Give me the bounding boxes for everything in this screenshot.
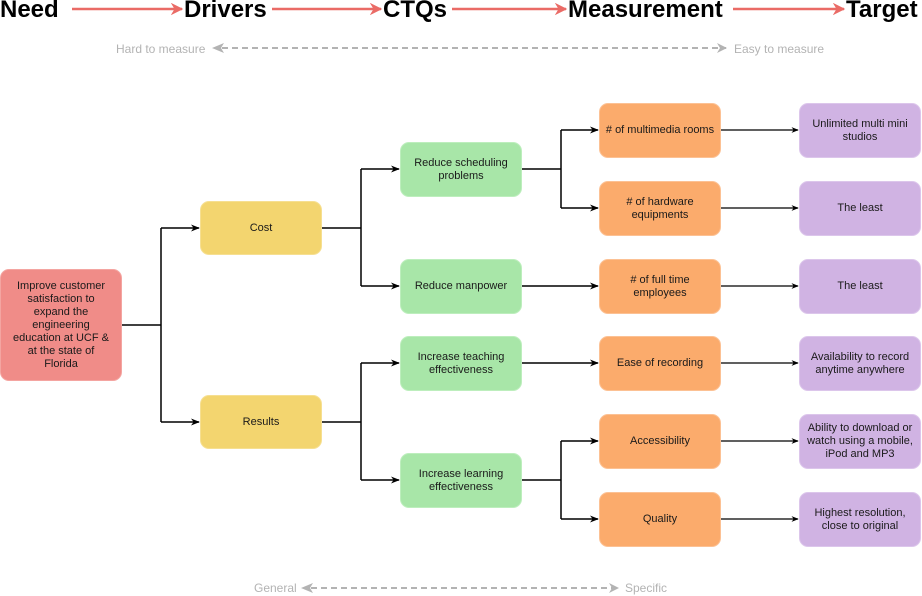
measurement-text: # of multimedia rooms (605, 124, 715, 136)
connector-cost-ctqs (321, 165, 400, 290)
target-text: Unlimited multi mini studios (812, 117, 908, 143)
measurement-text: Ease of recording (616, 357, 704, 369)
measurement-node-full-time-employees[interactable]: # of full time employees (599, 259, 721, 314)
ctq-text: Increase teaching effectiveness (417, 350, 505, 376)
measurement-text: Accessibility (630, 435, 690, 447)
connector-measurements-targets (720, 127, 799, 522)
target-text: Highest resolution, close to original (814, 506, 906, 532)
measurement-text: # of full time employees (630, 273, 690, 299)
target-node-highest-resolution[interactable]: Highest resolution, close to original (799, 492, 921, 547)
target-text: The least (837, 280, 883, 292)
ctq-text: Increase learning effectiveness (418, 467, 504, 493)
target-node-the-least-employees[interactable]: The least (799, 259, 921, 314)
ctq-text: Reduce manpower (414, 280, 508, 292)
driver-node-cost[interactable]: Cost (200, 201, 322, 255)
ctq-text: Reduce scheduling problems (414, 156, 508, 182)
target-node-download-or-watch[interactable]: Ability to download or watch using a mob… (799, 414, 921, 469)
measurement-node-accessibility[interactable]: Accessibility (599, 414, 721, 469)
target-node-record-anytime[interactable]: Availability to record anytime anywhere (799, 336, 921, 391)
connector-scheduling-measurements (521, 126, 599, 212)
connector-results-ctqs (321, 359, 400, 484)
target-text: Availability to record anytime anywhere (810, 350, 910, 376)
target-text: Ability to download or watch using a mob… (807, 422, 913, 460)
measurement-node-quality[interactable]: Quality (599, 492, 721, 547)
need-node[interactable]: Improve customer satisfaction to expand … (0, 269, 122, 381)
measurement-node-multimedia-rooms[interactable]: # of multimedia rooms (599, 103, 721, 158)
connector-need-drivers (122, 224, 200, 426)
measurement-node-hardware-equipments[interactable]: # of hardware equipments (599, 181, 721, 236)
measurement-text: # of hardware equipments (626, 195, 694, 221)
driver-node-results[interactable]: Results (200, 395, 322, 449)
ctq-node-increase-teaching[interactable]: Increase teaching effectiveness (400, 336, 522, 391)
target-text: The least (837, 202, 883, 214)
ctq-node-reduce-manpower[interactable]: Reduce manpower (400, 259, 522, 314)
ctq-node-reduce-scheduling[interactable]: Reduce scheduling problems (400, 142, 522, 197)
need-text: Improve customer satisfaction to expand … (13, 279, 109, 370)
target-node-unlimited-studios[interactable]: Unlimited multi mini studios (799, 103, 921, 158)
ctq-node-increase-learning[interactable]: Increase learning effectiveness (400, 453, 522, 508)
driver-text: Cost (249, 221, 273, 234)
driver-text: Results (242, 415, 280, 428)
measurement-text: Quality (642, 513, 678, 525)
connector-learning-measurements (521, 437, 599, 523)
measurement-node-ease-of-recording[interactable]: Ease of recording (599, 336, 721, 391)
target-node-the-least-hardware[interactable]: The least (799, 181, 921, 236)
